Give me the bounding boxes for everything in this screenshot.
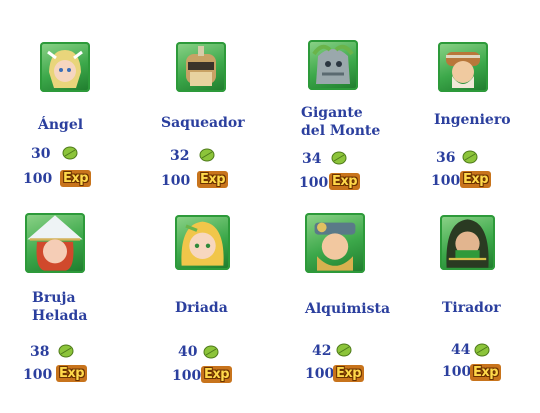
- ice-witch-portrait: [25, 213, 85, 273]
- hero-exp-value: 100: [299, 175, 329, 191]
- leaf-icon: [462, 150, 478, 164]
- hero-name-line: del Monte: [301, 123, 381, 139]
- leaf-icon: [331, 151, 347, 165]
- exp-badge-icon: Exp: [56, 365, 87, 382]
- leaf-icon: [336, 343, 352, 357]
- hero-level: 36: [436, 150, 456, 166]
- hero-name-line: Gigante: [301, 105, 363, 121]
- leaf-icon: [474, 343, 490, 357]
- hero-level: 38: [30, 344, 50, 360]
- hero-name: Gigante del Monte: [301, 104, 380, 140]
- angel-portrait: [40, 42, 90, 92]
- exp-badge-icon: Exp: [60, 170, 91, 187]
- hero-name: Ingeniero: [434, 112, 511, 128]
- hero-card-bruja-helada: Bruja Helada 38 100 Exp: [10, 205, 130, 395]
- hero-card-tirador: Tirador 44 100 Exp: [420, 205, 540, 395]
- hero-exp-value: 100: [23, 171, 53, 187]
- hero-exp-value: 100: [442, 364, 472, 380]
- hero-card-driada: Driada 40 100 Exp: [160, 205, 280, 395]
- hero-card-alquimista: Alquimista 42 100 Exp: [290, 205, 410, 395]
- looter-portrait: [176, 42, 226, 92]
- exp-badge-icon: Exp: [460, 171, 491, 188]
- hero-name-line: Helada: [32, 308, 88, 324]
- hero-card-ingeniero: Ingeniero 36 100 Exp: [420, 30, 540, 220]
- exp-badge-icon: Exp: [333, 365, 364, 382]
- alchemist-portrait: [305, 213, 365, 273]
- marksman-portrait: [440, 215, 495, 270]
- hero-name: Alquimista: [305, 301, 391, 317]
- exp-badge-icon: Exp: [329, 173, 360, 190]
- hero-name: Tirador: [442, 300, 501, 316]
- hero-card-saqueador: Saqueador 32 100 Exp: [145, 30, 265, 220]
- exp-badge-icon: Exp: [470, 364, 501, 381]
- leaf-icon: [62, 146, 78, 160]
- hero-level: 34: [302, 151, 322, 167]
- exp-badge-icon: Exp: [197, 171, 228, 188]
- leaf-icon: [58, 344, 74, 358]
- hero-level: 30: [31, 146, 51, 162]
- hero-name: Ángel: [38, 117, 84, 133]
- hero-exp-value: 100: [161, 173, 191, 189]
- hero-card-gigante-del-monte: Gigante del Monte 34 100 Exp: [290, 30, 410, 220]
- hero-name: Saqueador: [161, 115, 245, 131]
- exp-badge-icon: Exp: [201, 366, 232, 383]
- leaf-icon: [203, 345, 219, 359]
- hero-name-line: Bruja: [32, 290, 76, 306]
- hero-name: Bruja Helada: [32, 289, 87, 325]
- hero-exp-value: 100: [172, 368, 202, 384]
- engineer-portrait: [438, 42, 488, 92]
- hero-exp-value: 100: [431, 173, 461, 189]
- leaf-icon: [199, 148, 215, 162]
- dryad-portrait: [175, 215, 230, 270]
- hero-level: 44: [451, 342, 471, 358]
- hero-exp-value: 100: [23, 367, 53, 383]
- mountain-giant-portrait: [308, 40, 358, 90]
- hero-card-angel: Ángel 30 100 Exp: [10, 30, 130, 220]
- hero-exp-value: 100: [305, 366, 335, 382]
- hero-level: 42: [312, 343, 332, 359]
- hero-name: Driada: [175, 300, 228, 316]
- hero-level: 40: [178, 344, 198, 360]
- hero-level: 32: [170, 148, 190, 164]
